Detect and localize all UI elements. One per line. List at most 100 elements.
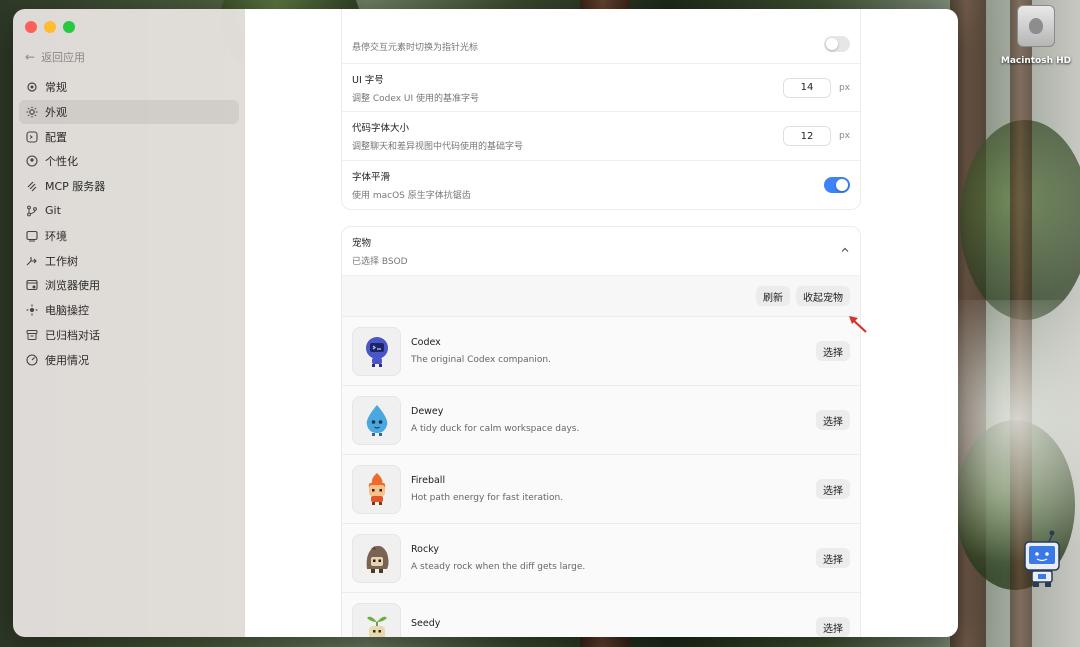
pointer-cursor-row: 悬停交互元素时切换为指针光标 (342, 9, 860, 64)
code-font-size-desc: 调整聊天和差异视图中代码使用的基础字号 (352, 142, 524, 152)
browser-icon (25, 279, 38, 292)
sidebar-item-label: Git (45, 204, 61, 218)
font-settings-card: 悬停交互元素时切换为指针光标 UI 字号 调整 Codex UI 使用的基准字号… (341, 9, 861, 210)
annotation-arrow-icon (849, 316, 867, 333)
code-font-size-row: 代码字体大小 调整聊天和差异视图中代码使用的基础字号 12 px (342, 112, 860, 161)
minimize-window-button[interactable] (44, 21, 56, 33)
sidebar-item-label: 工作树 (45, 254, 78, 268)
config-icon (25, 130, 38, 143)
sidebar-item-label: 常规 (45, 81, 67, 94)
close-window-button[interactable] (25, 21, 37, 33)
font-smoothing-title: 字体平滑 (352, 172, 391, 183)
worktree-icon (25, 254, 38, 267)
sidebar-item-label: MCP 服务器 (45, 180, 106, 194)
back-to-app-button[interactable]: ← 返回应用 (25, 49, 85, 65)
pet-row-seedy: Seedy 选择 (342, 593, 860, 637)
ui-font-size-desc: 调整 Codex UI 使用的基准字号 (352, 93, 480, 104)
sidebar-item-git[interactable]: Git (19, 199, 239, 223)
macintosh-hd-icon[interactable] (1017, 5, 1055, 47)
codex-pet-icon (352, 326, 401, 376)
seedy-pet-icon (352, 602, 401, 637)
sidebar-item-environment[interactable]: 环境 (19, 224, 239, 248)
font-smoothing-toggle[interactable] (824, 177, 850, 193)
person-icon (25, 155, 38, 168)
gear-icon (25, 81, 38, 94)
pets-title: 宠物 (352, 238, 372, 249)
zoom-window-button[interactable] (63, 21, 75, 33)
arrow-left-icon: ← (25, 50, 36, 64)
sidebar: ← 返回应用 常规 外观 配置 个性化 MCP 服务器 Git 环境 工作树 浏… (13, 9, 245, 637)
pet-row-dewey: Dewey A tidy duck for calm workspace day… (342, 386, 860, 455)
pointer-cursor-desc: 悬停交互元素时切换为指针光标 (352, 43, 479, 53)
code-font-size-unit: px (838, 131, 850, 141)
back-to-app-label: 返回应用 (41, 51, 86, 64)
ui-font-size-input[interactable]: 14 (782, 77, 831, 98)
ui-font-size-title: UI 字号 (352, 74, 384, 86)
ui-font-size-unit: px (838, 82, 850, 93)
mcp-icon (25, 180, 38, 193)
dewey-pet-icon (352, 395, 401, 445)
pets-actions: 刷新 收起宠物 (342, 275, 860, 317)
sidebar-item-browser-use[interactable]: 浏览器使用 (19, 273, 239, 297)
pets-selected: 已选择 BSOD (352, 257, 408, 267)
fireball-pet-icon (352, 464, 401, 514)
sidebar-nav: 常规 外观 配置 个性化 MCP 服务器 Git 环境 工作树 浏览器使用 电脑… (19, 75, 239, 373)
pet-row-fireball: Fireball Hot path energy for fast iterat… (342, 455, 860, 524)
sidebar-item-label: 浏览器使用 (45, 279, 100, 293)
sidebar-item-label: 个性化 (45, 155, 78, 169)
select-pet-button[interactable]: 选择 (816, 548, 850, 568)
select-pet-button[interactable]: 选择 (816, 479, 850, 499)
sidebar-item-label: 使用情况 (45, 353, 89, 367)
pets-header[interactable]: 宠物 已选择 BSOD (342, 227, 860, 275)
sidebar-item-appearance[interactable]: 外观 (19, 99, 239, 124)
computer-control-icon (25, 304, 38, 317)
macintosh-hd-label: Macintosh HD (1000, 56, 1072, 66)
code-font-size-title: 代码字体大小 (352, 123, 410, 134)
select-pet-button[interactable]: 选择 (816, 341, 850, 361)
pet-desc: A steady rock when the diff gets large. (411, 562, 586, 572)
pet-name: Dewey (411, 406, 444, 417)
chevron-up-icon[interactable] (840, 245, 850, 258)
git-branch-icon (25, 204, 38, 217)
collapse-pets-button[interactable]: 收起宠物 (796, 286, 850, 306)
monitor-icon (25, 229, 38, 242)
ui-font-size-row: UI 字号 调整 Codex UI 使用的基准字号 14 px (342, 64, 860, 112)
pet-row-rocky: Rocky A steady rock when the diff gets l… (342, 524, 860, 593)
settings-window: ← 返回应用 常规 外观 配置 个性化 MCP 服务器 Git 环境 工作树 浏… (13, 9, 958, 637)
refresh-pets-button[interactable]: 刷新 (756, 286, 790, 306)
sidebar-item-worktree[interactable]: 工作树 (19, 249, 239, 273)
sidebar-item-archived-chats[interactable]: 已归档对话 (19, 323, 239, 347)
sun-icon (25, 105, 38, 118)
sidebar-item-usage[interactable]: 使用情况 (19, 348, 239, 372)
pointer-cursor-toggle[interactable] (824, 36, 850, 52)
sidebar-item-config[interactable]: 配置 (19, 125, 239, 149)
font-smoothing-desc: 使用 macOS 原生字体抗锯齿 (352, 191, 471, 201)
sidebar-item-label: 环境 (45, 229, 67, 243)
pet-row-codex: Codex The original Codex companion. 选择 (342, 317, 860, 386)
bsod-pet-robot-icon[interactable] (1022, 530, 1062, 588)
gauge-icon (25, 353, 38, 366)
sidebar-item-label: 电脑操控 (45, 304, 89, 318)
pet-name: Fireball (411, 475, 446, 486)
sidebar-item-personalization[interactable]: 个性化 (19, 149, 239, 173)
sidebar-item-computer-control[interactable]: 电脑操控 (19, 298, 239, 322)
settings-content: 悬停交互元素时切换为指针光标 UI 字号 调整 Codex UI 使用的基准字号… (341, 9, 861, 637)
sidebar-item-label: 已归档对话 (45, 328, 100, 342)
sidebar-item-mcp-servers[interactable]: MCP 服务器 (19, 174, 239, 198)
pet-desc: Hot path energy for fast iteration. (411, 493, 564, 503)
font-smoothing-row: 字体平滑 使用 macOS 原生字体抗锯齿 (342, 161, 860, 209)
pet-name: Rocky (411, 544, 439, 555)
select-pet-button[interactable]: 选择 (816, 410, 850, 430)
code-font-size-input[interactable]: 12 (782, 126, 831, 146)
pet-desc: A tidy duck for calm workspace days. (411, 424, 580, 434)
sidebar-item-general[interactable]: 常规 (19, 75, 239, 99)
select-pet-button[interactable]: 选择 (816, 617, 850, 637)
pet-desc: The original Codex companion. (411, 355, 551, 365)
pet-name: Seedy (411, 618, 441, 629)
archive-icon (25, 328, 38, 341)
rocky-pet-icon (352, 533, 401, 583)
pet-name: Codex (411, 337, 441, 348)
pets-card: 宠物 已选择 BSOD 刷新 收起宠物 Codex The original C… (341, 226, 861, 637)
sidebar-item-label: 外观 (45, 105, 67, 119)
sidebar-item-label: 配置 (45, 130, 67, 144)
